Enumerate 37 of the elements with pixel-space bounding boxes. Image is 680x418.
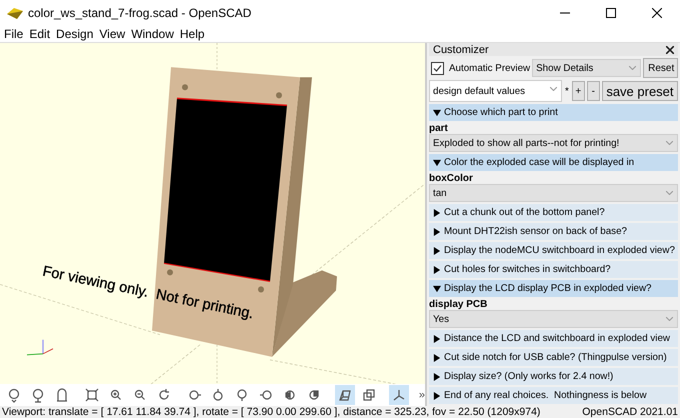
checkbox-label: Automatic Preview xyxy=(449,62,530,74)
parameter-label: display PCB xyxy=(429,299,488,310)
parameter-dropdown[interactable]: Exploded to show all parts--not for printing! xyxy=(429,134,678,152)
version-text: OpenSCAD 2021.01 xyxy=(582,406,678,418)
viewport-overlay-text: For viewing only. Not for printing. xyxy=(41,264,255,322)
menu-item[interactable]: Help xyxy=(180,27,205,41)
parameter-dropdown[interactable]: Yes xyxy=(429,310,678,328)
parameter-dropdown[interactable]: tan xyxy=(429,184,678,202)
parameter-group-header[interactable]: Cut side notch for USB cable? (Thingpulse version) xyxy=(429,349,678,366)
save-preset-button[interactable]: save preset xyxy=(602,81,678,101)
details-dropdown[interactable]: Show Details xyxy=(532,59,642,77)
menu-item[interactable]: Window xyxy=(131,27,174,41)
parameter-group-header[interactable]: End of any real choices. Nothingness is below xyxy=(429,387,678,404)
parameter-group-header[interactable]: Mount DHT22ish sensor on back of base? xyxy=(429,223,678,240)
menu-item[interactable]: Design xyxy=(56,27,94,41)
remove-preset-button[interactable]: - xyxy=(586,81,600,101)
modified-indicator: * xyxy=(564,86,570,96)
parameter-group-header[interactable]: Display size? (Only works for 2.4 now!) xyxy=(429,368,678,385)
reset-button[interactable]: Reset xyxy=(643,58,678,78)
parameter-group-header[interactable]: Cut a chunk out of the bottom panel? xyxy=(429,204,678,221)
viewport-status-text: Viewport: translate = [ 17.61 11.84 39.74 ], rotate = [ 73.90 0.00 299.60 ], distance = 325.23, fov = 22.50 (1209x974) xyxy=(2,406,540,418)
parameter-group-header[interactable]: Display the nodeMCU switchboard in exploded view? xyxy=(429,242,678,259)
parameter-group-header[interactable]: Display the LCD display PCB in exploded view? xyxy=(429,280,678,297)
parameter-label: boxColor xyxy=(429,173,474,184)
parameter-group-header[interactable]: Cut holes for switches in switchboard? xyxy=(429,261,678,278)
add-preset-button[interactable]: + xyxy=(572,81,585,101)
parameter-group-header[interactable]: Choose which part to print xyxy=(429,104,678,121)
preset-dropdown[interactable]: design default values xyxy=(429,80,562,102)
parameter-group-header[interactable]: Color the exploded case will be displayed in xyxy=(429,154,678,171)
menu-item[interactable]: Edit xyxy=(29,27,50,41)
parameter-group-header[interactable]: Distance the LCD and switchboard in exploded view xyxy=(429,330,678,347)
parameter-label: part xyxy=(429,123,449,134)
window-title: color_ws_stand_7-frog.scad - OpenSCAD xyxy=(28,6,252,20)
menu-item[interactable]: View xyxy=(99,27,126,41)
menu-item[interactable]: File xyxy=(4,27,24,41)
toolbar-overflow[interactable]: » xyxy=(418,389,425,401)
panel-title: Customizer xyxy=(433,44,489,56)
